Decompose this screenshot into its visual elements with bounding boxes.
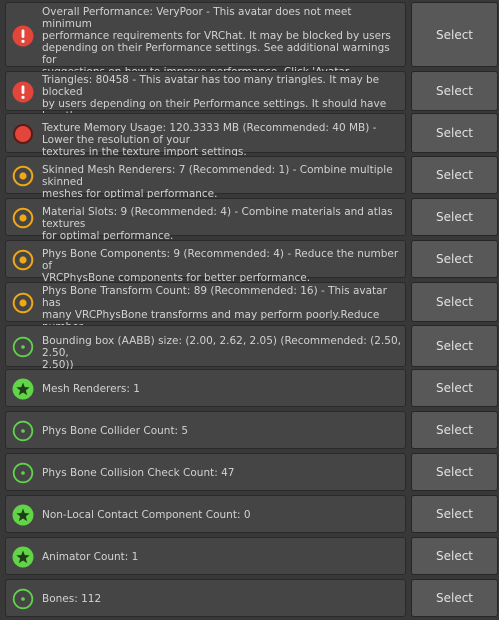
perf-row: Triangles: 80458 - This avatar has too m… (5, 71, 499, 134)
perf-message-box: Triangles: 80458 - This avatar has too m… (5, 71, 406, 134)
perf-message-box: Material Slots: 9 (Recommended: 4) - Com… (5, 198, 406, 242)
perf-message-text: Non-Local Contact Component Count: 0 (42, 509, 251, 521)
select-button[interactable]: Select (411, 113, 498, 153)
perf-row: Animator Count: 1 Select (5, 537, 499, 575)
perf-message-text: Bones: 112 (42, 593, 102, 605)
perf-row: Non-Local Contact Component Count: 0 Sele… (5, 495, 499, 533)
select-button[interactable]: Select (411, 325, 498, 367)
green-ring-icon (12, 336, 34, 358)
perf-row: Phys Bone Collision Check Count: 47 Selec… (5, 453, 499, 491)
perf-message-box: Non-Local Contact Component Count: 0 (5, 495, 406, 533)
perf-row: Material Slots: 9 (Recommended: 4) - Com… (5, 198, 499, 242)
perf-message-text: Phys Bone Collider Count: 5 (42, 425, 189, 437)
select-button[interactable]: Select (411, 369, 498, 407)
perf-message-text: Animator Count: 1 (42, 551, 139, 563)
select-button[interactable]: Select (411, 156, 498, 194)
select-button[interactable]: Select (411, 537, 498, 575)
perf-row: Texture Memory Usage: 120.3333 MB (Recom… (5, 113, 499, 158)
perf-message-text: Material Slots: 9 (Recommended: 4) - Com… (42, 206, 393, 242)
perf-row: Phys Bone Components: 9 (Recommended: 4)… (5, 240, 499, 284)
select-button[interactable]: Select (411, 2, 498, 67)
green-star-icon (12, 546, 34, 568)
perf-row: Phys Bone Transform Count: 89 (Recommend… (5, 282, 499, 345)
perf-message-text: Bounding box (AABB) size: (2.00, 2.62, 2… (42, 335, 401, 371)
green-ring-icon (12, 420, 34, 442)
select-button[interactable]: Select (411, 198, 498, 236)
green-ring-icon (12, 588, 34, 610)
perf-message-text: Phys Bone Collision Check Count: 47 (42, 467, 235, 479)
perf-message-box: Mesh Renderers: 1 (5, 369, 406, 407)
exclamation-circle-icon (12, 81, 34, 103)
perf-message-box: Animator Count: 1 (5, 537, 406, 575)
green-star-icon (12, 504, 34, 526)
green-ring-icon (12, 462, 34, 484)
perf-row: Bounding box (AABB) size: (2.00, 2.62, 2… (5, 325, 499, 371)
perf-row: Phys Bone Collider Count: 5 Select (5, 411, 499, 449)
red-circle-icon (12, 123, 34, 145)
perf-row: Skinned Mesh Renderers: 7 (Recommended: … (5, 156, 499, 200)
perf-message-box: Phys Bone Collision Check Count: 47 (5, 453, 406, 491)
perf-message-text: Phys Bone Components: 9 (Recommended: 4)… (42, 248, 399, 284)
perf-message-box: Phys Bone Collider Count: 5 (5, 411, 406, 449)
perf-row: Overall Performance: VeryPoor - This ava… (5, 2, 499, 102)
perf-message-box: Bounding box (AABB) size: (2.00, 2.62, 2… (5, 325, 406, 371)
perf-message-text: Mesh Renderers: 1 (42, 383, 140, 395)
perf-message-text: Skinned Mesh Renderers: 7 (Recommended: … (42, 164, 393, 200)
performance-stats-list: Overall Performance: VeryPoor - This ava… (0, 0, 499, 620)
perf-message-box: Overall Performance: VeryPoor - This ava… (5, 2, 406, 102)
orange-ring-icon (12, 292, 34, 314)
green-star-icon (12, 378, 34, 400)
perf-message-text: Texture Memory Usage: 120.3333 MB (Recom… (42, 122, 377, 158)
perf-row: Bones: 112 Select (5, 579, 499, 617)
orange-ring-icon (12, 249, 34, 271)
perf-message-box: Skinned Mesh Renderers: 7 (Recommended: … (5, 156, 406, 200)
perf-message-box: Texture Memory Usage: 120.3333 MB (Recom… (5, 113, 406, 158)
select-button[interactable]: Select (411, 411, 498, 449)
select-button[interactable]: Select (411, 71, 498, 111)
select-button[interactable]: Select (411, 240, 498, 278)
orange-ring-icon (12, 207, 34, 229)
perf-message-box: Phys Bone Transform Count: 89 (Recommend… (5, 282, 406, 345)
perf-message-box: Bones: 112 (5, 579, 406, 617)
select-button[interactable]: Select (411, 453, 498, 491)
select-button[interactable]: Select (411, 579, 498, 617)
select-button[interactable]: Select (411, 282, 498, 322)
select-button[interactable]: Select (411, 495, 498, 533)
perf-message-box: Phys Bone Components: 9 (Recommended: 4)… (5, 240, 406, 284)
orange-ring-icon (12, 165, 34, 187)
exclamation-circle-icon (12, 25, 34, 47)
perf-row: Mesh Renderers: 1 Select (5, 369, 499, 407)
